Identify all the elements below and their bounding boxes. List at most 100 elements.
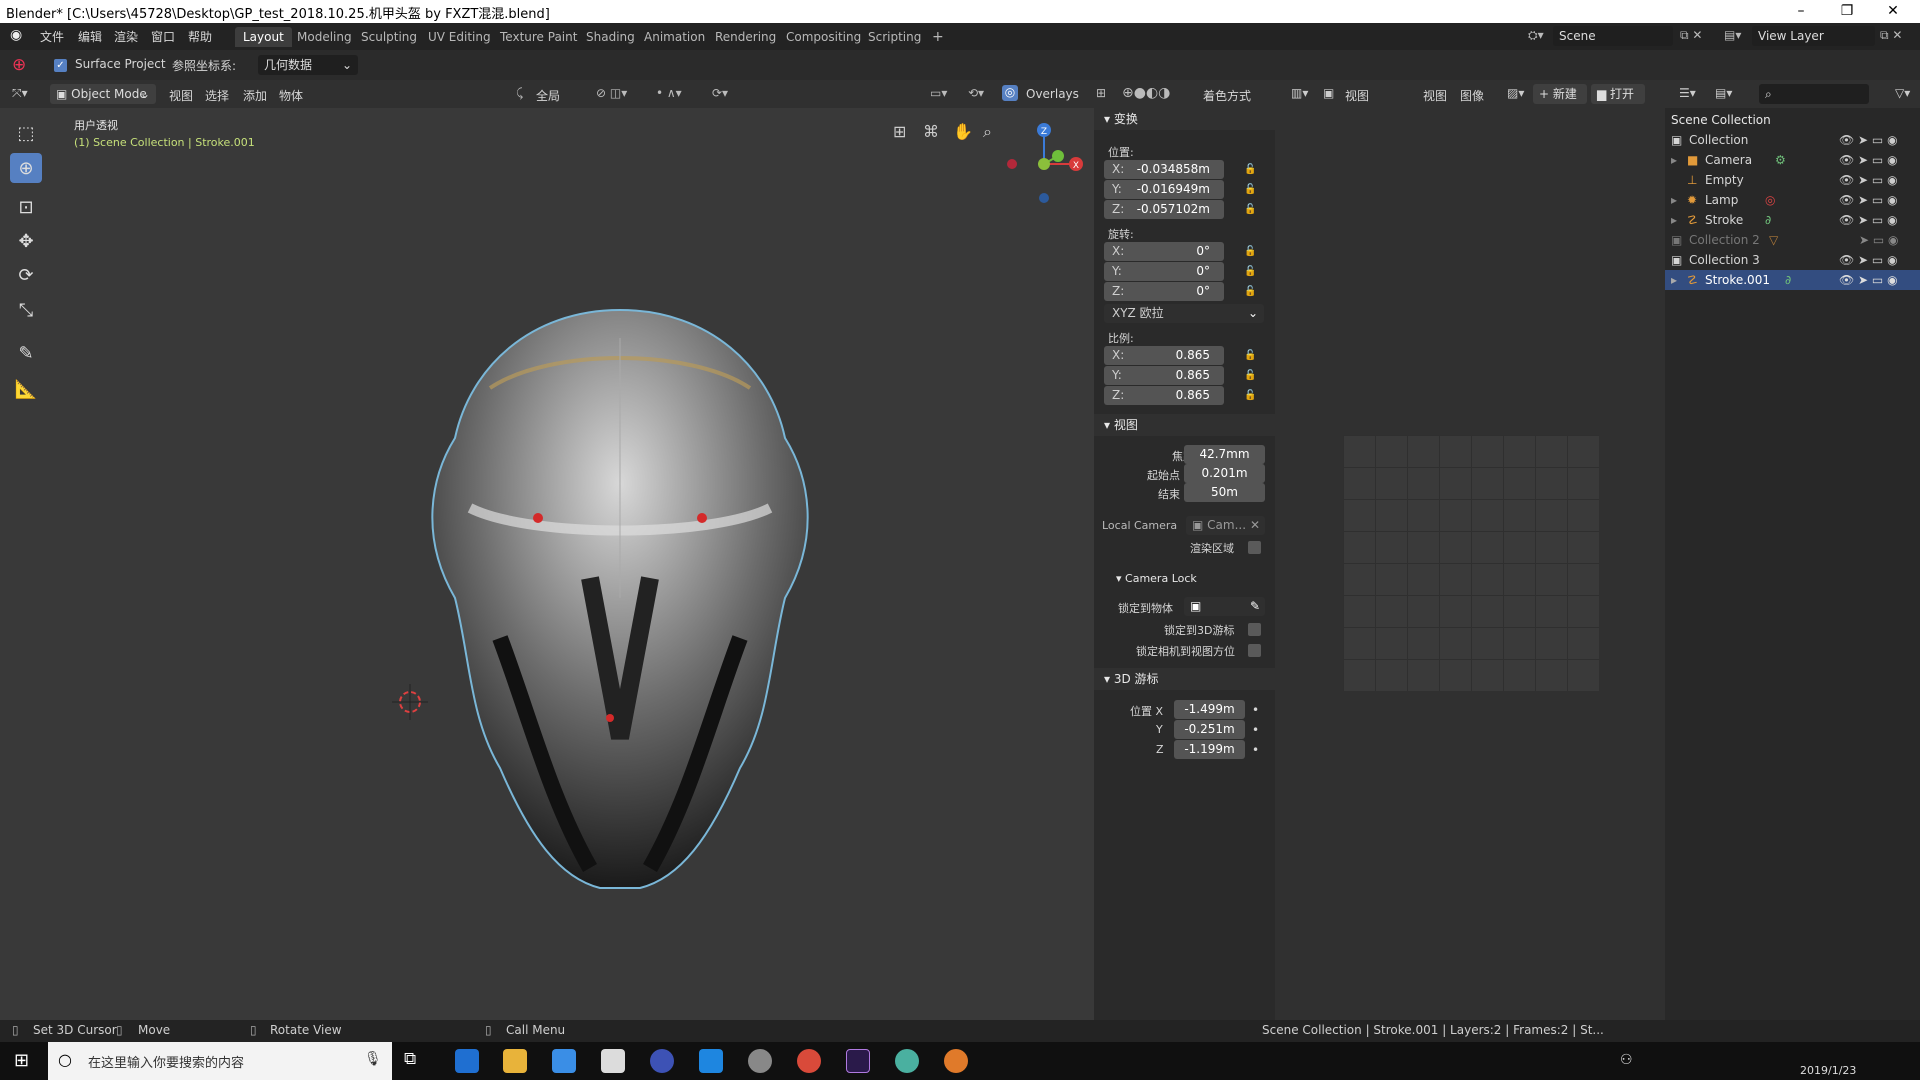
minimize-button[interactable]: – xyxy=(1778,0,1824,23)
new-image-button[interactable]: + 新建 xyxy=(1533,84,1587,104)
outliner-row-empty[interactable]: ⊥ Empty 👁 ➤ ▭ ◉ xyxy=(1665,170,1920,190)
scale-z-field[interactable]: Z: 0.865 xyxy=(1104,386,1224,405)
tab-scripting[interactable]: Scripting xyxy=(860,27,929,47)
tab-rendering[interactable]: Rendering xyxy=(707,27,784,47)
lock-icon[interactable]: 🔓 xyxy=(1244,286,1256,298)
snap-icon[interactable]: ⊘ ◫▾ xyxy=(596,86,627,100)
scene-icon[interactable]: ⛭▾ xyxy=(1528,28,1544,43)
menu-view[interactable]: 视图 xyxy=(1423,87,1447,104)
orientation-icon[interactable]: ⤹ xyxy=(516,86,523,101)
view-layer-icon[interactable]: ▤▾ xyxy=(1724,28,1741,42)
editor-type-icon[interactable]: ☰▾ xyxy=(1679,86,1696,100)
rotate-icon[interactable]: ⟳ xyxy=(10,260,42,290)
visibility-icons[interactable]: 👁 ➤ ▭ ◉ xyxy=(1839,250,1898,270)
move-icon[interactable]: ✥ xyxy=(10,226,42,256)
expand-arrow-icon[interactable]: ▸ xyxy=(1671,190,1677,210)
tab-compositing[interactable]: Compositing xyxy=(778,27,869,47)
add-workspace-button[interactable]: + xyxy=(924,27,952,47)
camera-view-icon[interactable]: ⌘ xyxy=(923,122,939,141)
tab-uv-editing[interactable]: UV Editing xyxy=(420,27,499,47)
location-z-field[interactable]: Z: -0.057102m xyxy=(1104,200,1224,219)
outliner-search-input[interactable]: ⌕ xyxy=(1759,84,1869,104)
tab-modeling[interactable]: Modeling xyxy=(289,27,360,47)
visibility-icons[interactable]: 👁 ➤ ▭ ◉ xyxy=(1839,150,1898,170)
tab-shading[interactable]: Shading xyxy=(578,27,643,47)
keyframe-dot-icon[interactable]: • xyxy=(1252,703,1259,717)
close-button[interactable]: ✕ xyxy=(1870,0,1916,23)
outliner-row-collection-3[interactable]: ▣ Collection 3 👁 ➤ ▭ ◉ xyxy=(1665,250,1920,270)
display-mode-icon[interactable]: ▤▾ xyxy=(1715,86,1732,100)
cursor-tool-icon[interactable]: ⊕ xyxy=(12,55,26,75)
mode-dropdown[interactable]: ▣ Object Mode ⌄ xyxy=(50,84,156,104)
menu-window[interactable]: 窗口 xyxy=(151,28,175,45)
shading-modes-icon[interactable]: ⊕●◐◑ xyxy=(1122,85,1170,101)
proportional-edit-icon[interactable]: • ∧▾ xyxy=(656,86,682,100)
scene-selector[interactable]: Scene xyxy=(1553,26,1673,46)
show-gizmo-icon[interactable]: ⟲▾ xyxy=(968,86,984,100)
expand-arrow-icon[interactable]: ▸ xyxy=(1671,210,1677,230)
3d-cursor-icon[interactable] xyxy=(392,684,428,720)
mail-icon[interactable] xyxy=(601,1049,625,1073)
outliner-row-stroke-001[interactable]: ▸ ☡ Stroke.001 ∂ 👁 ➤ ▭ ◉ xyxy=(1665,270,1920,290)
view-object-types-icon[interactable]: ▭▾ xyxy=(930,86,947,100)
lock-icon[interactable]: 🔓 xyxy=(1244,164,1256,176)
user-icon[interactable]: ⚇ xyxy=(1620,1052,1633,1068)
lock-icon[interactable]: 🔓 xyxy=(1244,370,1256,382)
view-mode-dropdown[interactable]: 视图 xyxy=(1345,87,1369,104)
menu-select[interactable]: 选择 xyxy=(205,87,229,104)
visibility-icons[interactable]: 👁 ➤ ▭ ◉ xyxy=(1839,270,1898,290)
pan-hand-icon[interactable]: ✋ xyxy=(953,122,973,141)
image-browse-icon[interactable]: ▨▾ xyxy=(1507,86,1524,100)
blender-logo-icon[interactable]: ◉ xyxy=(10,27,22,43)
premiere-icon[interactable] xyxy=(846,1049,870,1073)
file-explorer-icon[interactable] xyxy=(503,1049,527,1073)
cursor-z-field[interactable]: -1.199m xyxy=(1174,740,1245,759)
navigation-gizmo[interactable]: Z X xyxy=(996,116,1086,206)
view-panel-header[interactable]: ▾ 视图 xyxy=(1094,414,1275,436)
orientation-value[interactable]: 全局 xyxy=(536,87,560,104)
filter-icon[interactable]: ▽▾ xyxy=(1895,86,1910,100)
editor-type-icon[interactable]: ⤧▾ xyxy=(12,86,28,101)
clear-icon[interactable]: ✕ xyxy=(1250,516,1260,535)
view-layer-selector[interactable]: View Layer xyxy=(1752,26,1875,46)
outliner-row-collection-2[interactable]: ▣ Collection 2 ▽ ➤ ▭ ◉ xyxy=(1665,230,1920,250)
surface-project-checkbox[interactable]: ✓ xyxy=(54,59,67,72)
overlays-label[interactable]: Overlays xyxy=(1026,87,1079,101)
zoom-icon[interactable]: ⌕ xyxy=(983,122,992,142)
shading-label[interactable]: 着色方式 xyxy=(1203,87,1251,104)
cursor-y-field[interactable]: -0.251m xyxy=(1174,720,1245,739)
helmet-model[interactable] xyxy=(410,298,830,898)
local-camera-field[interactable]: ▣ Cam... ✕ xyxy=(1186,516,1265,535)
visibility-icons[interactable]: 👁 ➤ ▭ ◉ xyxy=(1839,190,1898,210)
3d-cursor-panel-header[interactable]: ▾ 3D 游标 xyxy=(1094,668,1275,690)
blender-taskbar-icon[interactable] xyxy=(944,1049,968,1073)
menu-render[interactable]: 渲染 xyxy=(114,28,138,45)
annotate-icon[interactable]: ✎ xyxy=(10,338,42,368)
grid-view-icon[interactable]: ⊞ xyxy=(893,122,906,141)
lock-icon[interactable]: 🔓 xyxy=(1244,266,1256,278)
lock-icon[interactable]: 🔓 xyxy=(1244,184,1256,196)
microphone-icon[interactable]: 🎙 xyxy=(364,1051,382,1067)
visibility-icons[interactable]: ➤ ▭ ◉ xyxy=(1859,230,1899,250)
app-icon[interactable] xyxy=(650,1049,674,1073)
eyedropper-icon[interactable]: ✎ xyxy=(1250,597,1260,616)
visibility-icons[interactable]: 👁 ➤ ▭ ◉ xyxy=(1839,210,1898,230)
view-layer-copy-icon[interactable]: ⧉ ✕ xyxy=(1880,28,1902,43)
tab-layout[interactable]: Layout xyxy=(235,27,292,47)
task-view-icon[interactable]: ⧉ xyxy=(404,1049,428,1073)
rotation-y-field[interactable]: Y: 0° xyxy=(1104,262,1224,281)
taskbar-search-input[interactable]: ○ 在这里输入你要搜索的内容 🎙 xyxy=(48,1042,392,1080)
lock-camera-checkbox[interactable] xyxy=(1248,644,1261,657)
cursor-icon[interactable]: ⊕ xyxy=(10,153,42,183)
maximize-button[interactable]: ❐ xyxy=(1824,0,1870,23)
transform-icon[interactable]: ⊡ xyxy=(10,192,42,222)
gizmo-icon[interactable]: ⟳▾ xyxy=(712,86,728,100)
overlays-toggle-icon[interactable]: ◎ xyxy=(1002,85,1018,101)
tab-sculpting[interactable]: Sculpting xyxy=(353,27,425,47)
location-y-field[interactable]: Y: -0.016949m xyxy=(1104,180,1224,199)
windows-start-icon[interactable]: ⊞ xyxy=(14,1050,29,1071)
transform-panel-header[interactable]: ▾ 变换 xyxy=(1094,108,1275,130)
focal-length-field[interactable]: 42.7mm xyxy=(1184,445,1265,464)
tab-animation[interactable]: Animation xyxy=(636,27,713,47)
lock-icon[interactable]: 🔓 xyxy=(1244,390,1256,402)
